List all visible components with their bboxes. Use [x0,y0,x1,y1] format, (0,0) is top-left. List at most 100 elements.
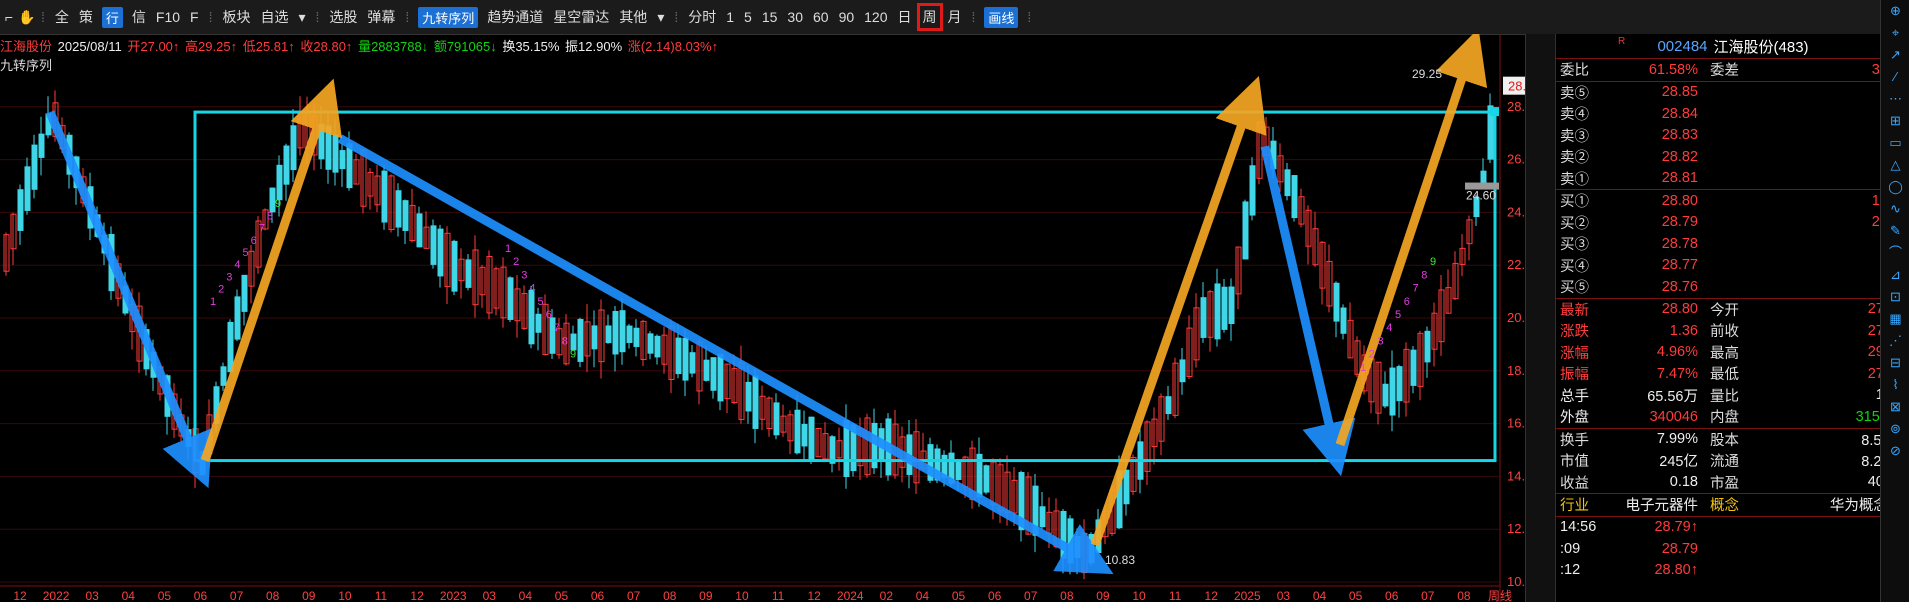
draw-tool-icon[interactable]: ⌇ [1881,374,1909,396]
period-day[interactable]: 日 [893,7,917,27]
toolbar-all[interactable]: 全 [50,7,74,27]
fundamental-row: 收益0.18市盈40.28 [1556,472,1909,494]
quote-label: 最新 [1560,302,1589,319]
draw-tool-icon[interactable]: ⊕ [1881,0,1909,22]
period-15[interactable]: 15 [757,9,783,25]
toolbar-radar[interactable]: 星空雷达 [548,7,614,27]
draw-tool-icon[interactable]: ⊚ [1881,418,1909,440]
sell-level-row: 卖①28.81143 [1556,168,1909,190]
toolbar-strategy[interactable]: 策 [74,7,98,27]
toolbar-info[interactable]: 信 [127,7,151,27]
period-60[interactable]: 60 [808,9,834,25]
draw-tool-icon[interactable]: ⊘ [1881,440,1909,462]
toolbar-f10[interactable]: F10 [151,9,185,25]
quote-row: 涨幅4.96%最高29.25 [1556,342,1909,364]
draw-tool-icon[interactable]: ✎ [1881,220,1909,242]
period-5[interactable]: 5 [739,9,757,25]
toolbar-trend-channel[interactable]: 趋势通道 [482,7,548,27]
quote-label-2: 量比 [1710,388,1739,405]
draw-tool-icon[interactable]: ▭ [1881,132,1909,154]
buy-level-row: 买①28.801257 [1556,190,1909,212]
toolbar-quote[interactable]: 行 [101,6,123,28]
hand-icon[interactable]: ✋ [18,8,36,26]
draw-tool-icon[interactable]: ↗ [1881,44,1909,66]
toolbar-watchlist[interactable]: 自选 [255,7,293,27]
draw-tool-icon[interactable]: ⊠ [1881,396,1909,418]
candle-body [1039,506,1046,528]
down-arrow [1260,145,1356,477]
period-week[interactable]: 周 [916,3,943,31]
candle-body [1123,469,1130,505]
period-month[interactable]: 月 [943,7,967,27]
candle-body [430,225,437,265]
draw-tool-icon[interactable]: △ [1881,154,1909,176]
toolbar-f[interactable]: F [185,9,204,25]
period-intraday[interactable]: 分时 [683,7,721,27]
candle-body [612,311,619,355]
up-arrow [200,78,342,462]
quote-label: 涨幅 [1560,345,1589,362]
period-30[interactable]: 30 [782,9,808,25]
draw-tool-icon[interactable]: ◯ [1881,176,1909,198]
toolbar-stock-picker[interactable]: 选股 [324,7,362,27]
candle-body [591,325,598,350]
candle-body [689,352,696,374]
candle-body [1228,286,1235,324]
fundamental-row: 换手7.99%股本8.51亿 [1556,429,1909,451]
sequence-label: 5 [1395,309,1401,321]
cursor-icon[interactable]: ⌐ [0,8,18,26]
time-tick-label: 06 [1385,589,1399,602]
industry-value[interactable]: 电子元器件 [1610,494,1699,515]
buy-level-row: 买③28.78293 [1556,233,1909,255]
candle-body [38,133,45,158]
industry-row: 行业 电子元器件 概念 华为概念 ... [1556,494,1909,516]
period-120[interactable]: 120 [859,9,892,25]
time-tick-label: 12 [410,589,424,602]
last-price-tag: 28.80 [1508,79,1525,94]
time-tick-label: 07 [230,589,244,602]
level-label: 卖② [1560,150,1589,167]
draw-tool-icon[interactable]: ∿ [1881,198,1909,220]
sequence-label: 4 [529,283,535,295]
candle-body [801,423,808,447]
fund-value: 7.99% [1656,431,1698,448]
min-price-label: 10.83 [1105,553,1135,567]
toolbar-draw[interactable]: 画线 [984,6,1019,28]
draw-tool-icon[interactable]: ⊞ [1881,110,1909,132]
period-1[interactable]: 1 [721,9,739,25]
draw-tool-icon[interactable]: ⋰ [1881,330,1909,352]
draw-tool-icon[interactable]: ⊟ [1881,352,1909,374]
time-tick-label: 05 [555,589,569,602]
chevron-down-icon[interactable]: ▾ [652,9,669,26]
sequence-label: 8 [562,335,568,347]
toolbar-danmaku[interactable]: 弹幕 [362,7,400,27]
draw-tool-icon[interactable]: ⌒ [1881,242,1909,264]
tick-price: 28.79↑ [1654,519,1698,536]
kline-chart[interactable]: 12345678912345678912345678928.8024.6029.… [0,34,1525,602]
candle-body [1214,283,1221,340]
draw-tool-icon[interactable]: ⊿ [1881,264,1909,286]
draw-tool-icon[interactable]: ⌖ [1881,22,1909,44]
toolbar-other[interactable]: 其他 [614,7,652,27]
draw-tool-icon[interactable]: ⋯ [1881,88,1909,110]
candle-body [626,325,633,343]
draw-tool-icon[interactable]: ▦ [1881,308,1909,330]
time-tick-label: 08 [663,589,677,602]
buy-level-row: 买②28.792065 [1556,212,1909,234]
chevron-down-icon[interactable]: ▾ [293,9,310,26]
candle-body [451,240,458,292]
toolbar-nine-turn[interactable]: 九转序列 [418,6,479,28]
sequence-label: 6 [1404,296,1410,308]
candle-body [1291,175,1298,219]
toolbar-sector[interactable]: 板块 [217,7,255,27]
draw-tool-icon[interactable]: ⊡ [1881,286,1909,308]
stock-code: 002484 [1657,37,1708,55]
vertical-scrollbar[interactable] [1525,34,1556,602]
candle-body [402,200,409,231]
period-90[interactable]: 90 [834,9,860,25]
time-axis: 12 2022 03 04 05 06 07 08 09 10 11 12 2023 03 04 05 06 07… [0,585,1512,602]
candle-body [507,277,514,320]
draw-tool-icon[interactable]: ∕ [1881,66,1909,88]
max-price-label: 29.25 [1412,67,1442,81]
candle-body [675,337,682,375]
